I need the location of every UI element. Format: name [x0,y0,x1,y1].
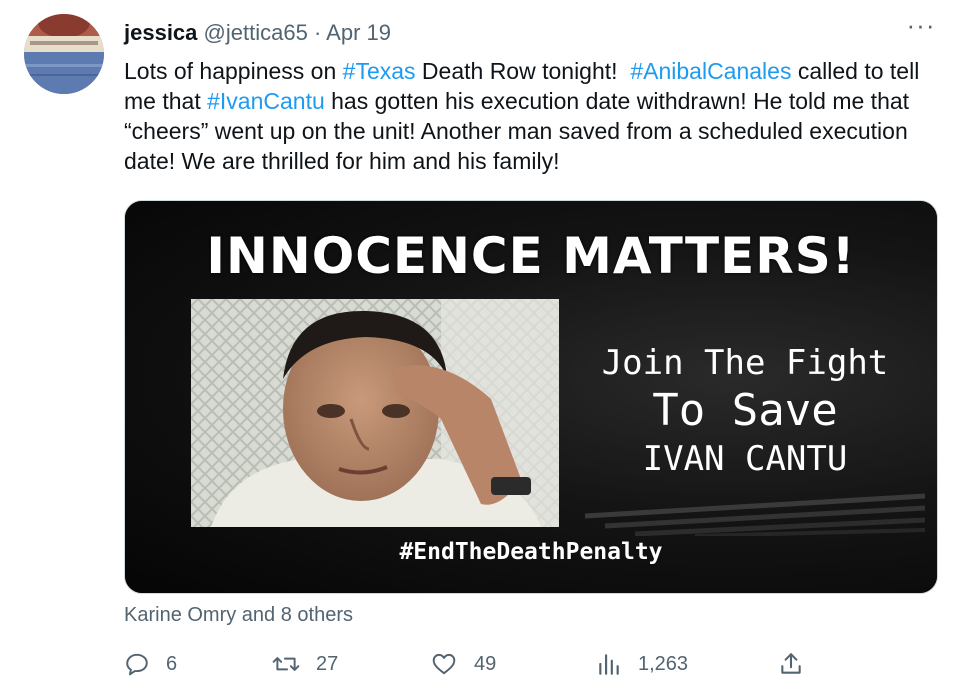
tweet-header: jessica @jettica65 · Apr 19 [124,20,391,46]
join-line-1: Join The Fight [601,343,889,383]
tweet-date[interactable]: Apr 19 [326,20,391,45]
retweet-button[interactable]: 27 [272,646,338,682]
more-options-icon[interactable]: ··· [906,12,936,40]
tweet-text: Lots of happiness on #Texas Death Row to… [124,56,934,176]
author-name[interactable]: jessica [124,20,197,45]
join-line-3: IVAN CANTU [642,439,848,479]
author-handle[interactable]: @jettica65 [204,20,308,45]
media-headline: INNOCENCE MATTERS! [206,227,856,285]
views-button[interactable]: 1,263 [596,646,688,682]
views-count: 1,263 [638,652,689,675]
liked-by-text[interactable]: Karine Omry and 8 others [124,604,353,627]
tweet-media[interactable]: INNOCENCE MATTERS! Join The Fight To Sav… [124,200,938,594]
reply-button[interactable]: 6 [124,646,177,682]
share-button[interactable] [778,646,804,682]
action-bar: 6 27 49 1,263 [124,646,824,682]
heart-icon [432,653,456,675]
join-line-2: To Save [652,385,838,436]
end-death-penalty-hashtag: #EndTheDeathPenalty [399,539,663,565]
retweet-count: 27 [316,652,339,675]
text-segment: Lots of happiness on [124,58,343,84]
retweet-icon [272,657,300,671]
text-segment: Death Row tonight! [415,58,631,84]
views-icon [599,654,619,675]
reply-count: 6 [166,652,178,675]
portrait-photo [191,299,559,527]
avatar-image [24,14,104,94]
like-button[interactable]: 49 [430,646,496,682]
jail-bars-shadow [584,493,925,536]
like-count: 49 [474,652,497,675]
hashtag-anibalcanales[interactable]: #AnibalCanales [630,58,791,84]
share-icon [781,653,801,674]
separator-dot: · [313,20,322,45]
join-the-fight-text: Join The Fight To Save IVAN CANTU [565,341,925,481]
hashtag-texas[interactable]: #Texas [343,58,416,84]
avatar[interactable] [24,14,104,94]
portrait-illustration [191,299,559,527]
tweet: jessica @jettica65 · Apr 19 ··· Lots of … [0,0,960,694]
hashtag-ivancantu[interactable]: #IvanCantu [207,88,325,114]
reply-icon [126,653,148,676]
